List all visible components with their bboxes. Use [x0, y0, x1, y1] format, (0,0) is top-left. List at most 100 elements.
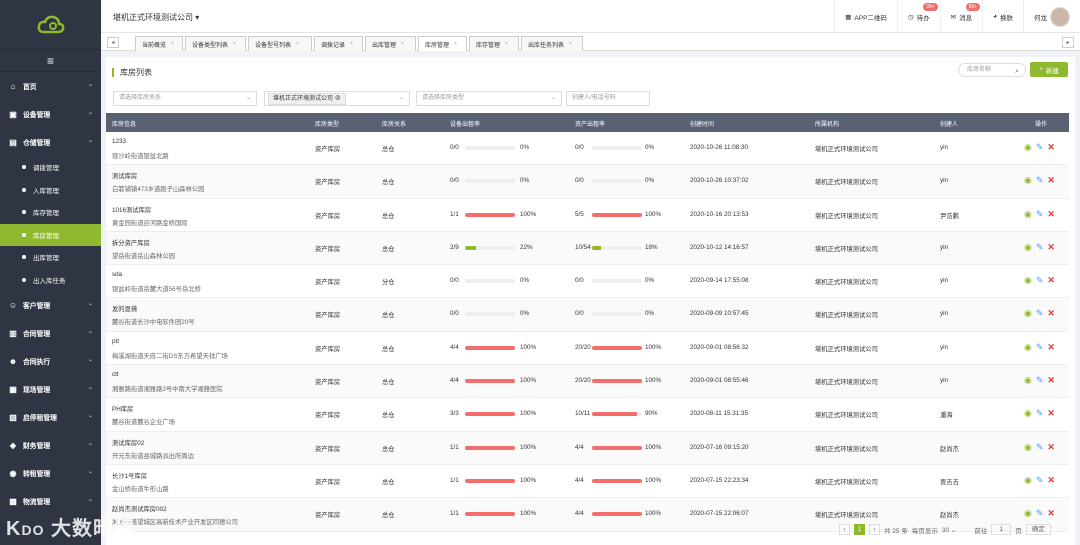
- eye-icon[interactable]: ◉: [1024, 308, 1032, 319]
- delete-icon[interactable]: ✕: [1047, 275, 1055, 286]
- sidebar-subitem[interactable]: 入库管理: [0, 179, 101, 202]
- close-icon[interactable]: ×: [454, 41, 457, 47]
- eye-icon[interactable]: ◉: [1024, 142, 1032, 153]
- close-icon[interactable]: ×: [401, 41, 404, 47]
- eye-icon[interactable]: ◉: [1024, 342, 1032, 353]
- company-filter[interactable]: 堪机正式环境测试公司 ⊗ ⌄: [264, 91, 410, 106]
- chevron-down-icon: ⌄: [245, 95, 251, 101]
- search-placeholder: 库房名称: [967, 67, 992, 73]
- warehouse-name: 测试库房: [112, 173, 138, 181]
- sidebar-subitem[interactable]: 出入库任务: [0, 269, 101, 292]
- sidebar-item[interactable]: ▧ 启停租管理 ⌄: [0, 403, 101, 431]
- todo-button[interactable]: ◷ 待办 99+: [896, 0, 940, 33]
- close-icon[interactable]: ×: [350, 41, 353, 47]
- search-icon[interactable]: ⌕: [1015, 66, 1019, 78]
- confirm-button[interactable]: 确定: [1025, 524, 1051, 535]
- delete-icon[interactable]: ✕: [1047, 375, 1055, 386]
- eye-icon[interactable]: ◉: [1024, 375, 1032, 386]
- eye-icon[interactable]: ◉: [1024, 275, 1032, 286]
- sidebar-item[interactable]: ▦ 现场管理 ⌄: [0, 375, 101, 403]
- close-icon[interactable]: ×: [296, 41, 299, 47]
- delete-icon[interactable]: ✕: [1047, 142, 1055, 153]
- search-input[interactable]: 库房名称 ⌕: [958, 63, 1026, 77]
- edit-icon[interactable]: ✎: [1036, 209, 1044, 220]
- skin-button[interactable]: ◕ 换肤: [982, 0, 1023, 33]
- sidebar-item[interactable]: ▤ 仓储管理 ⌄: [0, 128, 101, 156]
- delete-icon[interactable]: ✕: [1047, 175, 1055, 186]
- edit-icon[interactable]: ✎: [1036, 442, 1044, 453]
- sidebar-item[interactable]: ☻ 合同执行 ⌄: [0, 347, 101, 375]
- sidebar-item[interactable]: ▣ 设备管理 ⌄: [0, 100, 101, 128]
- close-icon[interactable]: ×: [505, 41, 508, 47]
- page-current[interactable]: 1: [854, 524, 865, 535]
- delete-icon[interactable]: ✕: [1047, 442, 1055, 453]
- tab[interactable]: 设备类型列表 ×: [185, 36, 246, 51]
- eye-icon[interactable]: ◉: [1024, 175, 1032, 186]
- next-page-icon[interactable]: ›: [869, 524, 880, 535]
- app-qr-button[interactable]: ▦ APP二维码: [834, 0, 897, 33]
- tab[interactable]: 当前概览 ×: [135, 36, 183, 51]
- sidebar-subitem[interactable]: 库房管理: [0, 223, 101, 246]
- close-icon[interactable]: ⊗: [335, 96, 341, 102]
- eye-icon[interactable]: ◉: [1024, 209, 1032, 220]
- close-icon[interactable]: ×: [569, 41, 572, 47]
- prev-page-icon[interactable]: ‹: [839, 524, 850, 535]
- sidebar-item[interactable]: ◉ 转租管理 ⌄: [0, 459, 101, 487]
- edit-icon[interactable]: ✎: [1036, 408, 1044, 419]
- contact-input[interactable]: 创建人/电话号码: [566, 91, 650, 106]
- eye-icon[interactable]: ◉: [1024, 242, 1032, 253]
- edit-icon[interactable]: ✎: [1036, 475, 1044, 486]
- sidebar-item[interactable]: ▩ 物流管理 ⌄: [0, 487, 101, 515]
- sidebar-item[interactable]: ◈ 财务管理 ⌄: [0, 431, 101, 459]
- delete-icon[interactable]: ✕: [1047, 342, 1055, 353]
- edit-icon[interactable]: ✎: [1036, 142, 1044, 153]
- tab-scroll-left-icon[interactable]: ◂: [107, 37, 119, 48]
- edit-icon[interactable]: ✎: [1036, 275, 1044, 286]
- delete-icon[interactable]: ✕: [1047, 209, 1055, 220]
- close-icon[interactable]: ×: [171, 41, 174, 47]
- created-time: 2020-07-16 09:15:20: [690, 443, 749, 451]
- edit-icon[interactable]: ✎: [1036, 175, 1044, 186]
- tab[interactable]: 调拨记录 ×: [314, 36, 363, 51]
- menu-toggle-icon[interactable]: ≡: [0, 50, 101, 72]
- tab[interactable]: 设备型号列表 ×: [248, 36, 312, 51]
- new-button[interactable]: + 新建: [1030, 62, 1068, 77]
- sidebar-item[interactable]: ☺ 客户管理 ⌄: [0, 291, 101, 319]
- close-icon[interactable]: ×: [233, 41, 236, 47]
- delete-icon[interactable]: ✕: [1047, 508, 1055, 519]
- tab[interactable]: 出库管理 ×: [365, 36, 416, 51]
- company-selector[interactable]: 堪机正式环境测试公司 ▾: [113, 12, 199, 23]
- sidebar-subitem[interactable]: 库存管理: [0, 201, 101, 224]
- eye-icon[interactable]: ◉: [1024, 475, 1032, 486]
- delete-icon[interactable]: ✕: [1047, 408, 1055, 419]
- delete-icon[interactable]: ✕: [1047, 308, 1055, 319]
- delete-icon[interactable]: ✕: [1047, 475, 1055, 486]
- relation-select[interactable]: 请选择库房关系 ⌄: [113, 91, 257, 106]
- sidebar-item[interactable]: ⌂ 首页 ⌄: [0, 72, 101, 100]
- page-input[interactable]: 1: [991, 524, 1012, 535]
- sidebar-item[interactable]: ▥ 合同管理 ⌄: [0, 319, 101, 347]
- tab[interactable]: 出库任务列表 ×: [521, 36, 583, 51]
- edit-icon[interactable]: ✎: [1036, 242, 1044, 253]
- sidebar-subitem[interactable]: 出库管理: [0, 246, 101, 269]
- message-button[interactable]: ✉ 消息 99+: [939, 0, 982, 33]
- tab[interactable]: 库房管理 ×: [418, 36, 467, 51]
- eye-icon[interactable]: ◉: [1024, 508, 1032, 519]
- avatar[interactable]: [1050, 6, 1070, 27]
- logo[interactable]: [0, 0, 101, 50]
- device-rate-fill: [465, 245, 476, 250]
- user-menu[interactable]: 何龙: [1023, 0, 1080, 33]
- type-select[interactable]: 请选择库房类型 ⌄: [416, 91, 562, 106]
- tab-scroll-right-icon[interactable]: ▸: [1062, 37, 1074, 48]
- sidebar-subitem[interactable]: 调拨管理: [0, 156, 101, 179]
- eye-icon[interactable]: ◉: [1024, 442, 1032, 453]
- edit-icon[interactable]: ✎: [1036, 508, 1044, 519]
- page-size-select[interactable]: 30 ⌄: [942, 526, 957, 534]
- edit-icon[interactable]: ✎: [1036, 375, 1044, 386]
- tab[interactable]: 库存管理 ×: [469, 36, 519, 51]
- edit-icon[interactable]: ✎: [1036, 308, 1044, 319]
- edit-icon[interactable]: ✎: [1036, 342, 1044, 353]
- eye-icon[interactable]: ◉: [1024, 408, 1032, 419]
- asset-rate-bar: [592, 512, 642, 517]
- delete-icon[interactable]: ✕: [1047, 242, 1055, 253]
